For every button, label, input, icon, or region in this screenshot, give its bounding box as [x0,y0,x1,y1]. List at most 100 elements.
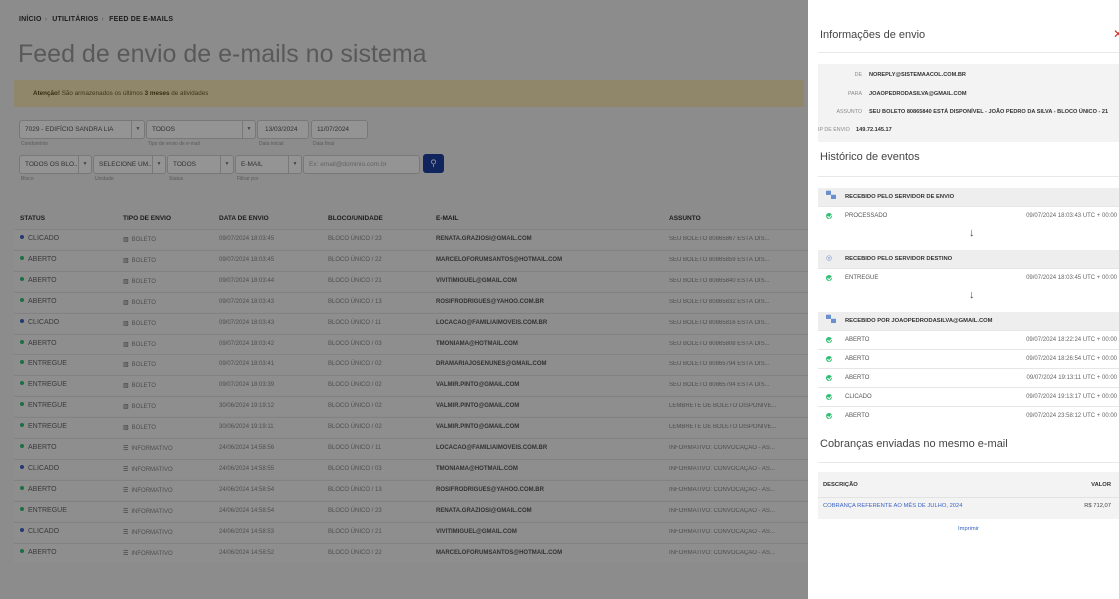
tipo-cell: ▥ BOLETO [123,278,156,285]
email-cell: VIVITIMIGUEL@GMAIL.COM [436,528,517,535]
divider [818,462,1119,463]
bloco-cell: BLOCO ÚNICO / 22 [328,549,382,556]
status-cell: ABERTO [20,297,57,305]
assunto-cell: INFORMATIVO: CONVOCAÇÃO - AS... [669,486,775,493]
divider [818,176,1119,177]
filtrar-por-select[interactable]: E-MAIL ▼ [235,155,302,174]
divider [818,497,1119,498]
table-row[interactable]: CLICADO ▥ BOLETO 09/07/2024 18:03:43 BLOCO Ú… [14,312,808,333]
barcode-icon: ▥ [123,383,129,390]
data-cell: 09/07/2024 18:03:43 [219,298,275,305]
tipo-cell: ☰ INFORMATIVO [123,446,173,452]
status-dot [20,506,24,511]
event-group: ▀▄ RECEBIDO PELO SERVIDOR DE ENVIO PROCESS… [818,188,1119,225]
table-row[interactable]: CLICADO ☰ INFORMATIVO 24/06/2024 14:58:55 BL… [14,458,808,479]
breadcrumb: INÍCIO › UTILITÁRIOS › FEED DE E-MAILS [19,16,174,23]
bloco-cell: BLOCO ÚNICO / 03 [328,465,382,472]
status-cell: CLICADO [20,318,59,326]
breadcrumb-utilitarios[interactable]: UTILITÁRIOS [52,16,98,23]
tipo-cell: ▥ BOLETO [123,425,156,432]
data-cell: 24/06/2024 14:58:52 [219,549,275,556]
barcode-icon: ▥ [123,362,129,369]
table-row[interactable]: ABERTO ▥ BOLETO 09/07/2024 18:03:45 BLOCO ÚN… [14,249,808,270]
arrow-down-icon: ↓ [969,227,975,239]
status-dot [20,318,24,323]
status-cell: ABERTO [20,276,57,284]
tipo-cell: ▥ BOLETO [123,341,156,348]
breadcrumb-home[interactable]: INÍCIO [19,16,42,23]
col-status[interactable]: STATUS [20,215,45,222]
data-inicial-input[interactable]: 13/03/2024 [257,120,309,139]
col-email[interactable]: E-MAIL [436,215,458,222]
status-cell: ABERTO [20,255,57,263]
table-row[interactable]: ENTREGUE ▥ BOLETO 30/06/2024 19:19:11 BLOCO … [14,417,808,438]
status-cell: ENTREGUE [20,402,67,409]
tipo-cell: ▥ BOLETO [123,320,156,327]
status-dot [20,444,24,448]
de-value: NOREPLY@SISTEMAACOL.COM.BR [869,72,966,78]
status-select[interactable]: TODOS ▼ [167,155,234,174]
email-cell: ROSIFRODRIGUES@YAHOO.COM.BR [436,486,544,493]
close-icon[interactable]: ✕ [1113,27,1119,41]
data-cell: 30/06/2024 19:19:12 [219,403,275,410]
table-row[interactable]: ABERTO ☰ INFORMATIVO 24/06/2024 14:58:56 BLO… [14,438,808,458]
cobrancas-table: DESCRIÇÃO VALOR COBRANÇA REFERENTE AO MÊ… [818,472,1119,519]
barcode-icon: ▥ [123,237,129,243]
table-row[interactable]: ABERTO ☰ INFORMATIVO 24/06/2024 14:58:54 BLO… [14,479,808,500]
table-row[interactable]: ENTREGUE ▥ BOLETO 09/07/2024 18:03:41 BLOCO … [14,354,808,375]
event-row: CLICADO 09/07/2024 19:13:17 UTC + 00:00 [818,387,1119,406]
table-row[interactable]: ABERTO ▥ BOLETO 09/07/2024 18:03:44 BLOCO ÚN… [14,270,808,291]
tipo-envio-select[interactable]: TODOS ▼ [146,120,256,139]
status-cell: CLICADO [20,235,59,242]
bloco-select[interactable]: TODOS OS BLO... ▼ [19,155,92,174]
print-link[interactable]: Imprimir [958,526,979,532]
event-group: ◎ RECEBIDO PELO SERVIDOR DESTINO ENTREGUE 0… [818,250,1119,287]
col-bloco[interactable]: BLOCO/UNIDADE [328,215,383,222]
check-circle-icon [826,375,832,381]
assunto-cell: SEU BOLETO 80865816 ESTÁ DIS... [669,319,770,326]
col-assunto[interactable]: ASSUNTO [669,215,701,222]
data-final-label: Data final [313,141,335,147]
envio-info: DE NOREPLY@SISTEMAACOL.COM.BR PARA JOAOP… [818,64,1119,142]
assunto-cell: INFORMATIVO: CONVOCAÇÃO - AS... [669,507,775,514]
data-cell: 09/07/2024 18:03:45 [219,256,275,263]
table-row[interactable]: ENTREGUE ☰ INFORMATIVO 24/06/2024 14:58:54 B… [14,500,808,521]
bloco-cell: BLOCO ÚNICO / 02 [328,424,382,431]
chevron-down-icon: ▼ [220,156,233,173]
bloco-cell: BLOCO ÚNICO / 21 [328,528,382,535]
search-input[interactable]: Ex: email@dominio.com.br [303,155,420,174]
bloco-cell: BLOCO ÚNICO / 23 [328,236,382,242]
search-button[interactable]: ⚲ [423,154,444,173]
unidade-label: Unidade [95,176,114,182]
cobranca-link[interactable]: COBRANÇA REFERENTE AO MÊS DE JULHO, 2024 [823,503,962,509]
event-row: ABERTO 09/07/2024 18:26:54 UTC + 00:00 [818,349,1119,368]
condominio-select[interactable]: 7029 - EDIFÍCIO SANDRA LIA ▼ [19,120,145,139]
status-dot [20,381,24,386]
data-final-input[interactable]: 11/07/2024 [311,120,368,139]
bloco-cell: BLOCO ÚNICO / 23 [328,507,382,514]
tipo-cell: ▥ BOLETO [123,383,156,390]
status-dot [20,464,24,469]
table-row[interactable]: ENTREGUE ▥ BOLETO 09/07/2024 18:03:39 BLOCO … [14,375,808,396]
table-row[interactable]: CLICADO ☰ INFORMATIVO 24/06/2024 14:58:53 BL… [14,521,808,542]
assunto-label: ASSUNTO [836,109,862,115]
bloco-cell: BLOCO ÚNICO / 21 [328,277,382,284]
unidade-select[interactable]: SELECIONE UM... ▼ [93,155,166,174]
barcode-icon: ▥ [123,299,129,306]
list-icon: ☰ [123,508,129,515]
data-cell: 09/07/2024 18:03:41 [219,361,275,368]
cobrancas-title: Cobranças enviadas no mesmo e-mail [820,438,1008,450]
assunto-cell: SEU BOLETO 80865867 ESTÁ DIS... [669,236,770,242]
status-dot [20,339,24,344]
col-data[interactable]: DATA DE ENVIO [219,215,269,222]
table-row[interactable]: ENTREGUE ▥ BOLETO 30/06/2024 19:19:12 BLOCO … [14,396,808,417]
table-row[interactable]: ABERTO ▥ BOLETO 09/07/2024 18:03:42 BLOCO ÚN… [14,333,808,354]
col-valor: VALOR [1091,482,1111,488]
check-circle-icon [826,275,832,281]
panel-title: Informações de envio [820,29,926,41]
table-row[interactable]: ABERTO ▥ BOLETO 09/07/2024 18:03:43 BLOCO ÚN… [14,291,808,312]
table-row[interactable]: ABERTO ☰ INFORMATIVO 24/06/2024 14:58:52 BLO… [14,542,808,563]
table-row[interactable]: CLICADO ▥ BOLETO 09/07/2024 18:03:45 BLOCO Ú… [14,229,808,249]
event-group-header: ◎ RECEBIDO PELO SERVIDOR DESTINO [818,250,1119,268]
col-tipo[interactable]: TIPO DE ENVIO [123,215,171,222]
